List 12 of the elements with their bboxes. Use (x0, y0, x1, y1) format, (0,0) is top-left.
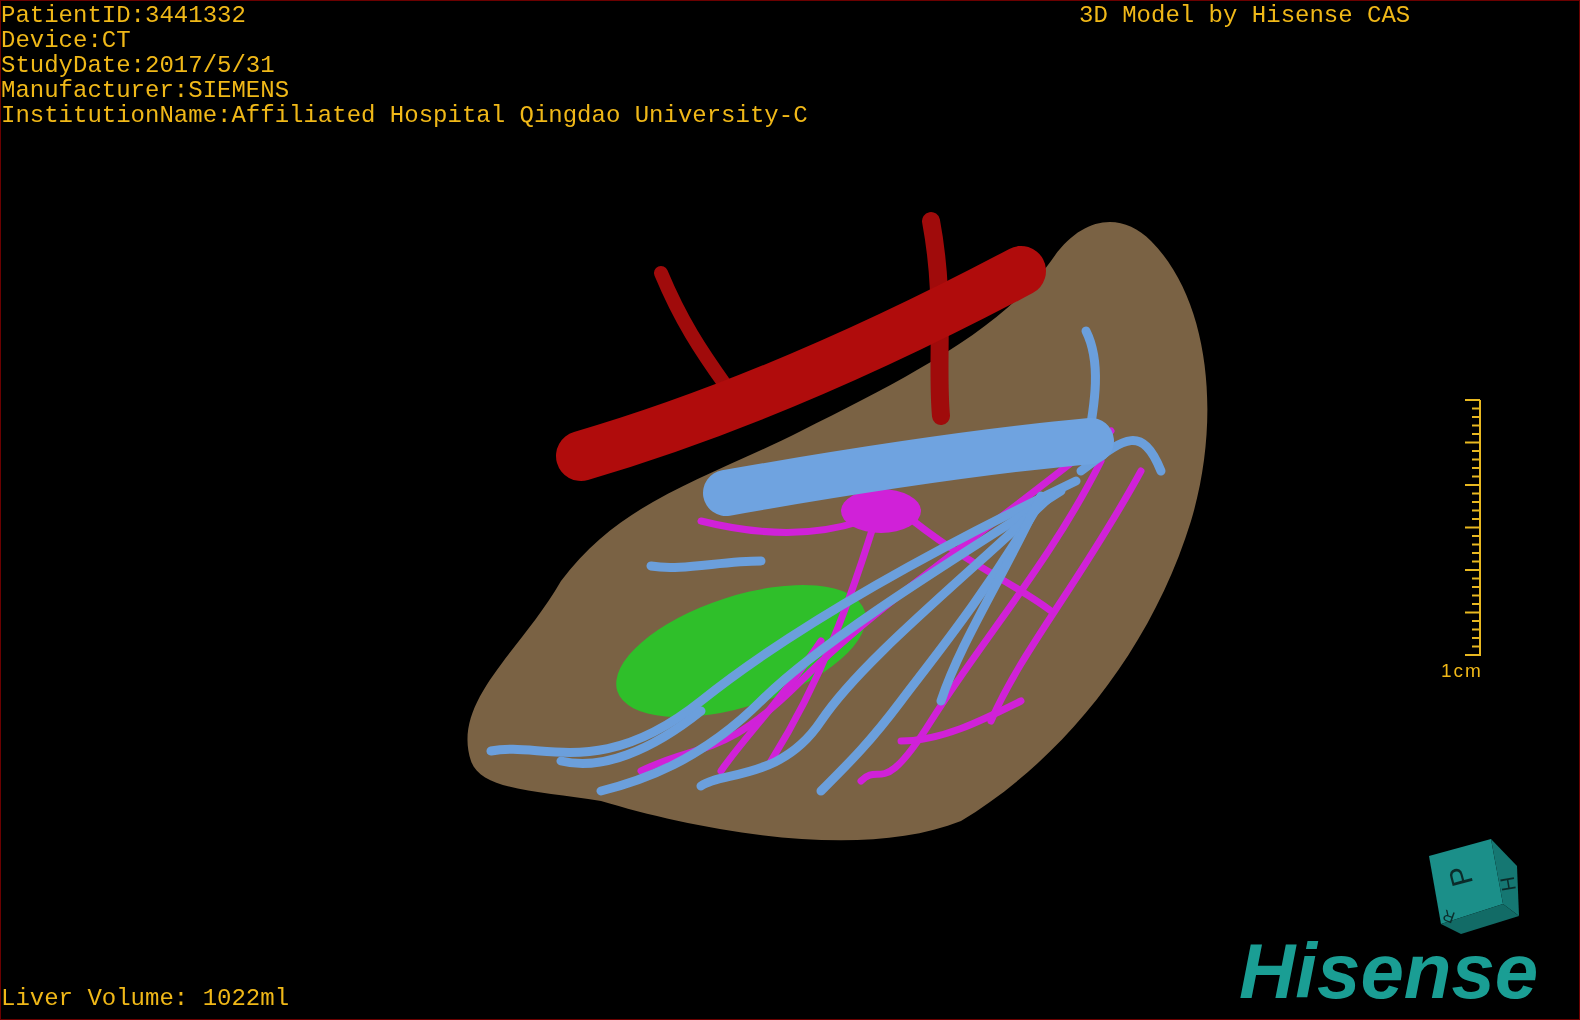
liver-volume-text: Liver Volume: 1022ml (1, 986, 290, 1011)
patient-info-text: PatientID:3441332 (1, 3, 247, 28)
cube-face-label: H (1497, 875, 1520, 893)
patient-info-text: Device:CT (1, 28, 132, 53)
cube-face-label: P (1443, 862, 1479, 890)
patient-info-text: Manufacturer:SIEMENS (1, 78, 291, 103)
cube-face-label: R (1440, 906, 1457, 926)
patient-info-text: StudyDate:2017/5/31 (1, 53, 276, 78)
logo: Hisense (1239, 926, 1539, 1016)
scale-label: 1cm (1441, 660, 1483, 682)
viewer-title: 3D Model by Hisense CAS (1079, 3, 1411, 28)
patient-info-text: InstitutionName:Affiliated Hospital Qingdao University-C (1, 103, 808, 128)
